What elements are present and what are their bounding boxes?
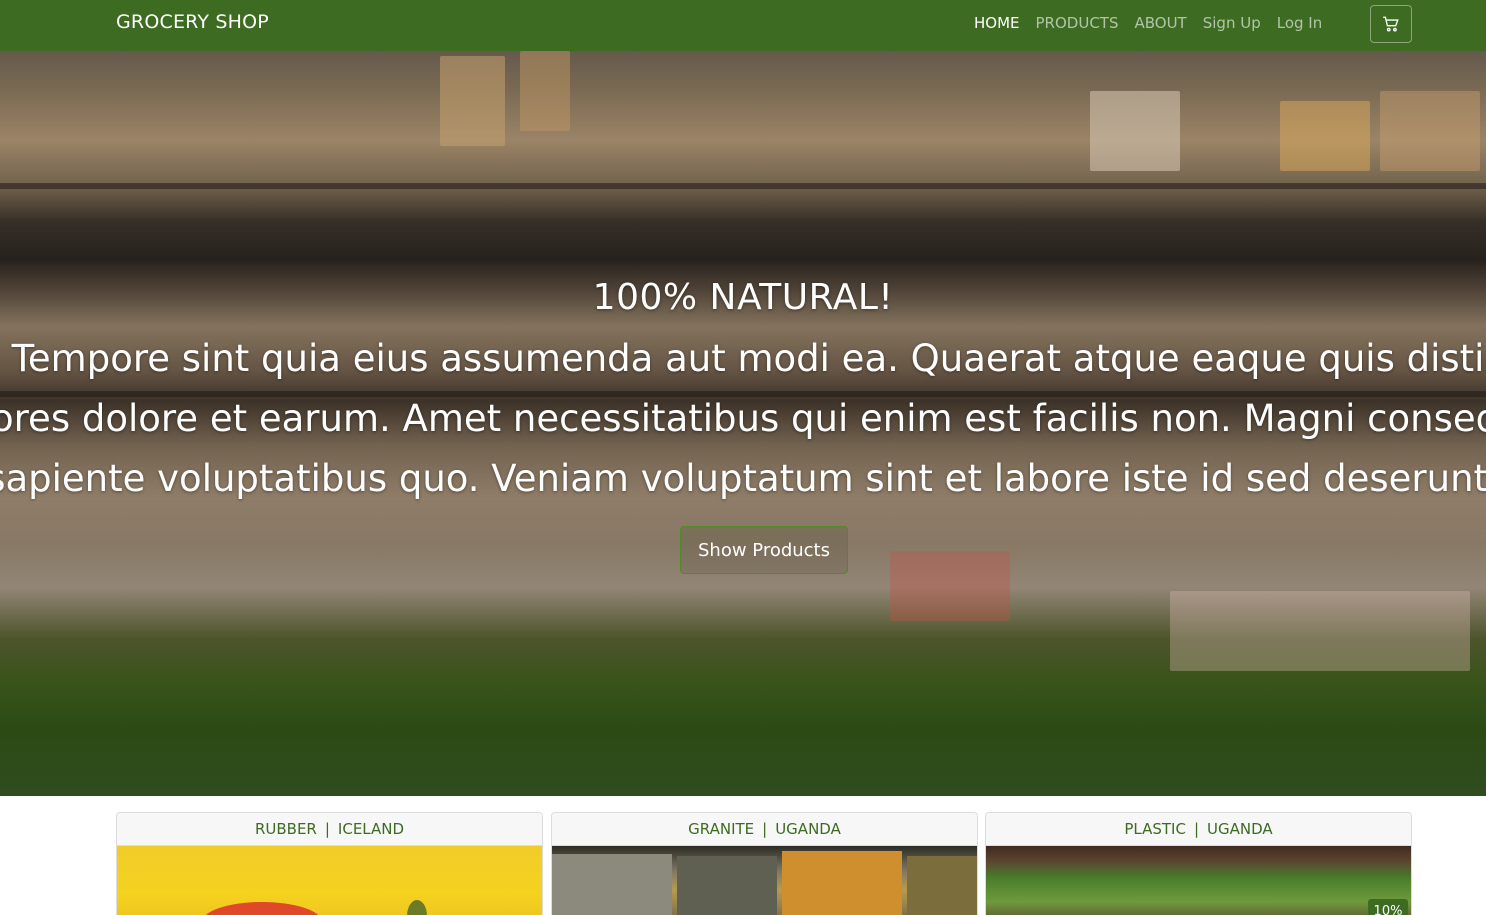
- product-decoration: [440, 56, 505, 146]
- hero-text-line-2: a maiores dolore et earum. Amet necessit…: [0, 397, 1486, 440]
- product-card[interactable]: GRANITE | UGANDA: [551, 812, 978, 915]
- card-material: PLASTIC: [1124, 820, 1186, 838]
- show-products-button[interactable]: Show Products: [680, 526, 848, 574]
- vegetable-image: [205, 900, 427, 915]
- cart-icon: [1383, 16, 1399, 32]
- product-image[interactable]: [117, 846, 542, 915]
- card-material: RUBBER: [254, 820, 317, 838]
- product-decoration: [1090, 91, 1180, 171]
- card-separator: |: [1193, 820, 1199, 838]
- card-header: PLASTIC | UGANDA: [986, 813, 1411, 846]
- nav-links: HOME PRODUCTS ABOUT Sign Up Log In: [974, 14, 1338, 32]
- card-separator: |: [762, 820, 768, 838]
- nav-link-home[interactable]: HOME: [974, 14, 1020, 32]
- nav-link-products[interactable]: PRODUCTS: [1036, 14, 1119, 32]
- product-decoration: [1170, 591, 1470, 671]
- hero-title: 100% NATURAL!: [592, 277, 894, 318]
- product-image[interactable]: [552, 846, 977, 915]
- product-decoration: [520, 51, 570, 131]
- card-header: RUBBER | ICELAND: [117, 813, 542, 846]
- nav-link-sign-up[interactable]: Sign Up: [1203, 14, 1261, 32]
- product-card[interactable]: PLASTIC | UGANDA 10%: [985, 812, 1412, 915]
- card-material: GRANITE: [688, 820, 755, 838]
- product-decoration: [1380, 91, 1480, 171]
- card-country: UGANDA: [775, 820, 841, 838]
- nav-link-log-in[interactable]: Log In: [1277, 14, 1323, 32]
- nav-link-about[interactable]: ABOUT: [1134, 14, 1186, 32]
- product-decoration: [890, 551, 1010, 621]
- card-country: UGANDA: [1207, 820, 1273, 838]
- card-country: ICELAND: [337, 820, 405, 838]
- product-image[interactable]: [986, 846, 1411, 915]
- shelf-decoration: [0, 183, 1486, 189]
- product-card[interactable]: RUBBER | ICELAND: [116, 812, 543, 915]
- cart-button[interactable]: [1370, 5, 1412, 43]
- hero-text-line-3: sapiente voluptatibus quo. Veniam volupt…: [0, 457, 1486, 500]
- navbar: GROCERY SHOP HOME PRODUCTS ABOUT Sign Up…: [0, 0, 1486, 51]
- discount-badge: 10%: [1368, 899, 1408, 915]
- brand-logo[interactable]: GROCERY SHOP: [116, 11, 269, 33]
- card-separator: |: [324, 820, 330, 838]
- spices-image: [552, 851, 977, 915]
- product-decoration: [1280, 101, 1370, 171]
- card-header: GRANITE | UGANDA: [552, 813, 977, 846]
- hero-banner: 100% NATURAL! nihil. Tempore sint quia e…: [0, 51, 1486, 796]
- hero-text-line-1: nihil. Tempore sint quia eius assumenda …: [0, 337, 1486, 380]
